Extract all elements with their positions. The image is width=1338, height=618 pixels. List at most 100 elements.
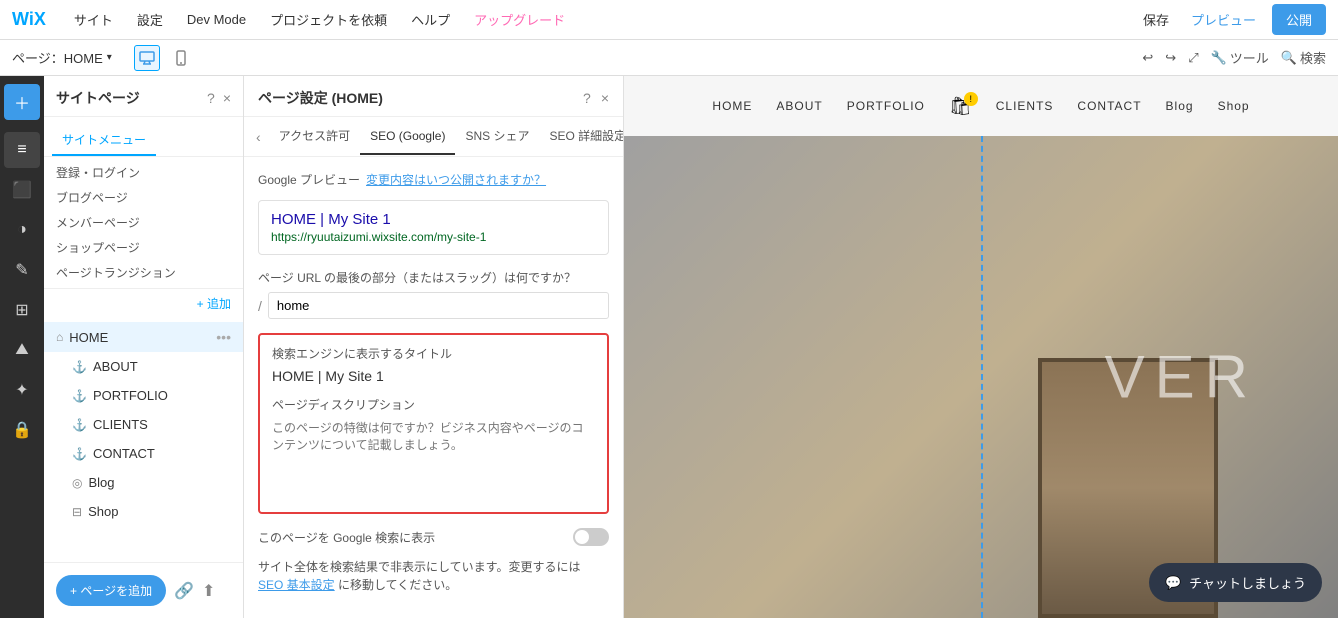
tools-button[interactable]: 🔧 ツール [1211,48,1269,67]
menu-project[interactable]: プロジェクトを依頼 [266,10,391,29]
lock-icon[interactable]: 🔒 [4,412,40,448]
panel-title: サイトページ [56,88,140,108]
ps-header-icons: ? × [583,90,609,106]
tab-sns[interactable]: SNS シェア [455,117,539,156]
menu-help[interactable]: ヘルプ [407,10,454,29]
upload-icon[interactable]: ⬆ [202,581,215,601]
icon-sidebar: ＋ ≡ ⬛ ◑ ✎ ⊞ ⛰ ✦ 🔒 [0,76,44,618]
preview-nav-blog[interactable]: Blog [1166,99,1194,113]
preview-nav-contact[interactable]: CONTACT [1077,99,1141,113]
chevron-down-icon: ▾ [107,52,112,63]
page-selector[interactable]: ページ：HOME ▾ [12,48,112,67]
main-layout: ＋ ≡ ⬛ ◑ ✎ ⊞ ⛰ ✦ 🔒 サイトページ ? × サイトメニュー 登録・… [0,76,1338,618]
menu-upgrade[interactable]: アップグレード [470,10,569,29]
preview-button[interactable]: プレビュー [1191,10,1256,29]
tab-login[interactable]: 登録・ログイン [56,161,231,184]
preview-nav-home[interactable]: HOME [712,99,752,113]
home-icon: ⌂ [56,330,63,344]
redo-icon[interactable]: ↪ [1165,50,1176,66]
site-pages-panel: サイトページ ? × サイトメニュー 登録・ログイン ブログページ メンバーペー… [44,76,244,618]
seo-title-label: 検索エンジンに表示するタイトル [272,345,595,362]
ps-help-icon[interactable]: ? [583,90,591,106]
expand-icon[interactable]: ⤢ [1188,50,1198,66]
tab-member[interactable]: メンバーページ [56,211,231,234]
menu-settings[interactable]: 設定 [133,10,167,29]
image-icon[interactable]: ⛰ [4,332,40,368]
dashed-divider [981,136,983,618]
wix-logo: WiX [12,9,46,30]
list-item[interactable]: ◎ Blog [44,468,243,497]
design-icon[interactable]: ✎ [4,252,40,288]
link-icon[interactable]: 🔗 [174,581,194,601]
publish-button[interactable]: 公開 [1272,4,1326,35]
help-icon[interactable]: ? [207,90,215,106]
list-item[interactable]: ⚓ PORTFOLIO [44,381,243,410]
add-icon[interactable]: ＋ [4,84,40,120]
chat-label: チャットしましょう [1189,573,1306,592]
mobile-icon[interactable] [168,45,194,71]
device-icons [134,45,194,71]
ps-body: Google プレビュー 変更内容はいつ公開されますか？ HOME | My S… [244,157,623,618]
page-label: CONTACT [93,446,231,461]
ps-title: ページ設定 (HOME) [258,88,383,108]
close-icon[interactable]: × [223,90,231,106]
list-item[interactable]: ⚓ ABOUT [44,352,243,381]
tab-seo-advanced[interactable]: SEO 詳細設定 [539,117,624,156]
google-preview-box: HOME | My Site 1 https://ryuutaizumi.wix… [258,200,609,255]
preview-nav-clients[interactable]: CLIENTS [996,99,1054,113]
url-input[interactable] [268,292,609,319]
component-icon[interactable]: ⊞ [4,292,40,328]
panel-header-icons: ? × [207,90,231,106]
ps-close-icon[interactable]: × [601,90,609,106]
blog-page-icon: ◎ [72,476,82,490]
preview-nav-shop[interactable]: Shop [1218,99,1250,113]
save-button[interactable]: 保存 [1137,10,1175,29]
cart-badge: ! [964,92,978,106]
pages-icon[interactable]: ≡ [4,132,40,168]
ps-back-icon[interactable]: ‹ [248,121,269,153]
tab-blog[interactable]: ブログページ [56,186,231,209]
menu-site[interactable]: サイト [70,10,117,29]
list-item[interactable]: ⚓ CLIENTS [44,410,243,439]
chat-icon: 💬 [1165,575,1181,591]
preview-nav-portfolio[interactable]: PORTFOLIO [847,99,925,113]
seo-desc-textarea[interactable] [272,419,595,499]
list-item[interactable]: ⌂ HOME ••• [44,322,243,352]
add-page-button[interactable]: + ページを追加 [56,575,166,606]
blog-icon[interactable]: ✦ [4,372,40,408]
anchor-icon: ⚓ [72,360,87,374]
add-link[interactable]: + 追加 [197,295,231,312]
page-selector-label: ページ：HOME [12,48,103,67]
page-settings-panel: ページ設定 (HOME) ? × ‹ アクセス許可 SEO (Google) S… [244,76,624,618]
tab-access[interactable]: アクセス許可 [269,117,360,156]
google-preview-link[interactable]: 変更内容はいつ公開されますか？ [366,171,546,188]
ps-header: ページ設定 (HOME) ? × [244,76,623,117]
wix-app-icon[interactable]: ⬛ [4,172,40,208]
preview-nav-about[interactable]: ABOUT [776,99,822,113]
google-show-toggle[interactable] [573,528,609,546]
more-icon[interactable]: ••• [216,329,231,345]
media-icon[interactable]: ◑ [4,212,40,248]
chat-button[interactable]: 💬 チャットしましょう [1149,563,1322,602]
tab-site-menu[interactable]: サイトメニュー [52,125,156,156]
url-slash: / [258,298,262,314]
tab-transition[interactable]: ページトランジション [56,261,231,284]
seo-settings-link[interactable]: SEO 基本設定 [258,578,335,592]
seo-title-input[interactable] [272,368,595,384]
anchor-icon: ⚓ [72,389,87,403]
list-item[interactable]: ⊟ Shop [44,497,243,526]
menu-devmode[interactable]: Dev Mode [183,12,250,27]
undo-icon[interactable]: ↩ [1142,50,1153,66]
shop-page-icon: ⊟ [72,505,82,519]
desktop-icon[interactable] [134,45,160,71]
search-button[interactable]: 🔍 検索 [1281,48,1326,67]
panel-footer: + ページを追加 🔗 ⬆ [44,562,243,618]
cover-text: VER [1105,343,1258,412]
tab-seo[interactable]: SEO (Google) [360,119,455,155]
gp-url: https://ryuutaizumi.wixsite.com/my-site-… [271,230,596,244]
page-label: Blog [88,475,231,490]
list-item[interactable]: ⚓ CONTACT [44,439,243,468]
tab-shop[interactable]: ショップページ [56,236,231,259]
page-label: HOME [69,330,210,345]
toolbar-icons: ↩ ↪ ⤢ 🔧 ツール 🔍 検索 [1142,48,1326,67]
